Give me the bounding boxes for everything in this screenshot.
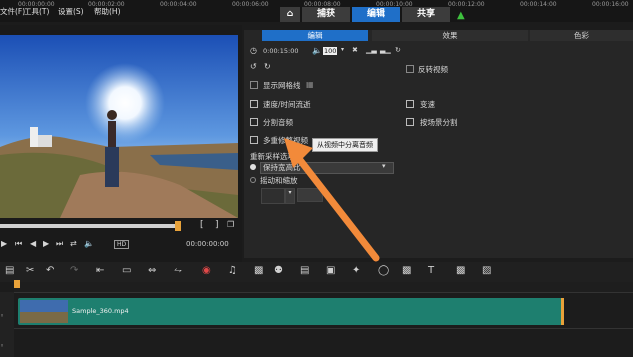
text-effect-icon[interactable]: T (428, 266, 434, 276)
trim-icon[interactable]: ⇤ (96, 266, 104, 276)
mask-icon[interactable]: ◯ (378, 266, 389, 276)
clip-thumbnail (20, 300, 68, 323)
redo-icon[interactable]: ↷ (70, 266, 78, 276)
ruler-tick: 00:00:06:00 (232, 1, 269, 8)
undo-icon[interactable]: ↶ (46, 266, 54, 276)
track-manager-icon[interactable]: ▤ (5, 266, 14, 276)
ruler-tick: 00:00:04:00 (160, 1, 197, 8)
track-divider (14, 328, 633, 329)
ruler-tick: 00:00:14:00 (520, 1, 557, 8)
scissors-icon[interactable]: ✂ (26, 266, 34, 276)
audio-mixer-icon[interactable]: ♫ (228, 266, 237, 276)
ruler-tick: 00:00:16:00 (592, 1, 629, 8)
ruler-tick: 00:00:00:00 (18, 1, 55, 8)
clip-trim-handle[interactable] (561, 298, 564, 325)
ruler-tick: 00:00:10:00 (376, 1, 413, 8)
film-icon[interactable]: ▩ (254, 266, 263, 276)
timeline-ruler[interactable] (14, 282, 633, 293)
subtitle-icon[interactable]: ▣ (326, 266, 335, 276)
motion-icon[interactable]: ⚉ (274, 266, 283, 276)
playhead[interactable] (14, 280, 20, 288)
ruler-tick: 00:00:08:00 (304, 1, 341, 8)
clip-name: Sample_360.mp4 (72, 307, 129, 315)
crop-icon[interactable]: ▩ (402, 266, 411, 276)
magic-icon[interactable]: ✦ (352, 266, 360, 276)
color-grade-icon[interactable]: ▩ (456, 266, 465, 276)
track-visibility-icon[interactable]: ◦ (0, 342, 4, 350)
title-icon[interactable]: ▤ (300, 266, 309, 276)
ruler-tick: 00:00:02:00 (88, 1, 125, 8)
ruler-tick: 00:00:12:00 (448, 1, 485, 8)
split-icon[interactable]: ⇔ (148, 266, 156, 276)
timeline-toolbar (0, 262, 633, 282)
stabilize-icon[interactable]: ▨ (482, 266, 491, 276)
fit-icon[interactable]: ▭ (122, 266, 131, 276)
record-icon[interactable]: ◉ (202, 266, 211, 276)
clip-thumbnail-image (20, 300, 68, 323)
zoom-fit-icon[interactable]: ⥊ (174, 266, 182, 276)
track-visibility-icon[interactable]: ◦ (0, 312, 4, 320)
